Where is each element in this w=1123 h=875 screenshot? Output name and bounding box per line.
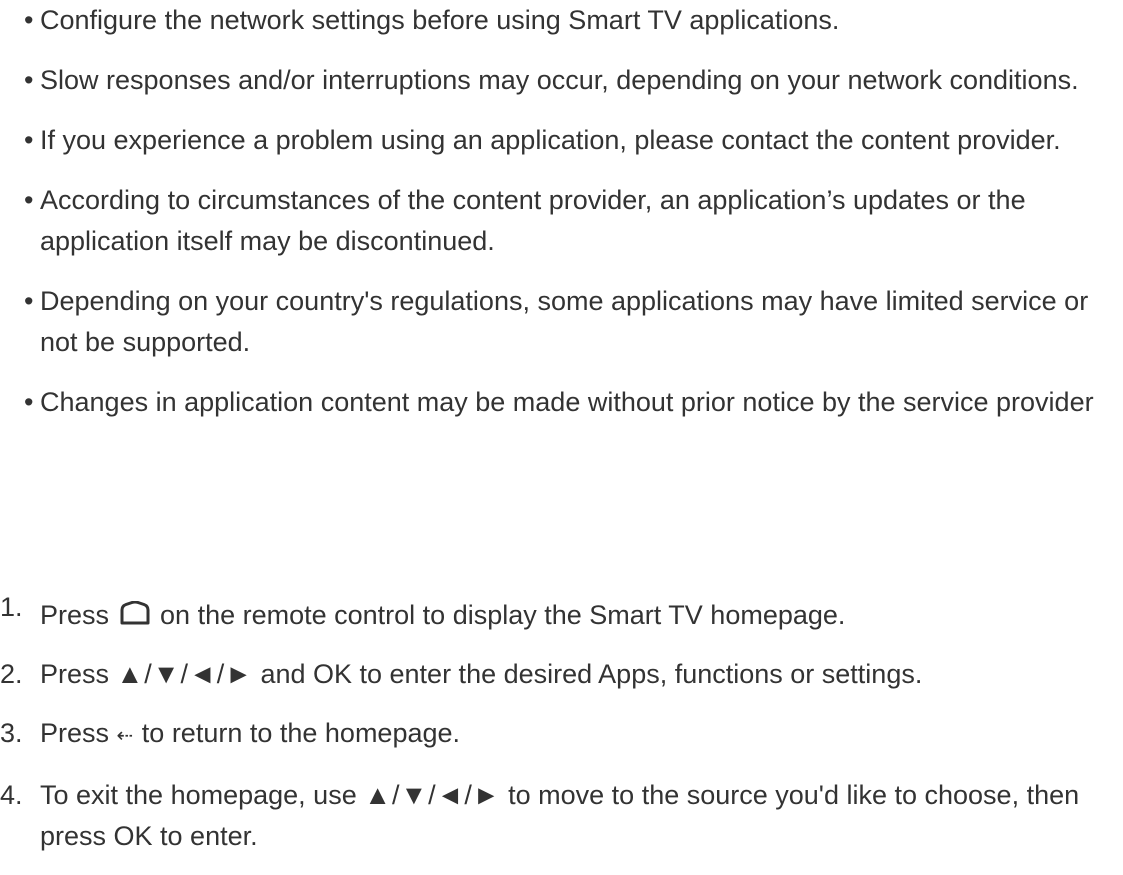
note-item: • Changes in application content may be m…	[24, 382, 1114, 423]
bullet: •	[24, 5, 34, 35]
step-item: 1. Press on the remote control to displa…	[0, 592, 1110, 636]
step-number: 2.	[0, 659, 23, 689]
arrow-keys-icon: ▲/▼/◄/►	[116, 659, 253, 689]
bullet: •	[24, 286, 34, 316]
arrow-keys-icon: ▲/▼/◄/►	[364, 780, 501, 810]
step-text-before: Press	[40, 718, 117, 748]
note-item: • If you experience a problem using an ap…	[24, 120, 1114, 161]
step-item: 2. Press ▲/▼/◄/► and OK to enter the des…	[0, 654, 1110, 695]
step-text-after: to return to the homepage.	[134, 718, 461, 748]
step-number: 3.	[0, 718, 23, 748]
step-number: 1.	[0, 592, 23, 622]
note-text: Configure the network settings before us…	[40, 5, 840, 35]
bullet: •	[24, 387, 34, 417]
bullet: •	[24, 65, 34, 95]
note-text: Depending on your country's regulations,…	[40, 286, 1089, 357]
note-text: Slow responses and/or interruptions may …	[40, 65, 1079, 95]
note-text: If you experience a problem using an app…	[40, 125, 1061, 155]
notes-list: • Configure the network settings before u…	[24, 0, 1114, 442]
step-text-before: Press	[40, 600, 117, 630]
step-text-after: on the remote control to display the Sma…	[152, 600, 846, 630]
step-text-before: To exit the homepage, use	[40, 780, 365, 810]
step-text-before: Press	[40, 659, 117, 689]
bullet: •	[24, 185, 34, 215]
back-icon: ⇠	[116, 725, 135, 747]
note-text: Changes in application content may be ma…	[40, 387, 1094, 417]
step-item: 3. Press ⇠ to return to the homepage.	[0, 713, 1110, 757]
home-icon	[119, 596, 151, 625]
note-item: • Configure the network settings before u…	[24, 0, 1114, 41]
note-item: • According to circumstances of the conte…	[24, 180, 1114, 262]
steps-list: 1. Press on the remote control to displa…	[0, 592, 1110, 875]
note-item: • Depending on your country's regulations…	[24, 281, 1114, 363]
bullet: •	[24, 125, 34, 155]
step-number: 4.	[0, 780, 23, 810]
step-text-after: and OK to enter the desired Apps, functi…	[252, 659, 923, 689]
note-item: • Slow responses and/or interruptions may…	[24, 60, 1114, 101]
note-text: According to circumstances of the conten…	[40, 185, 1026, 256]
